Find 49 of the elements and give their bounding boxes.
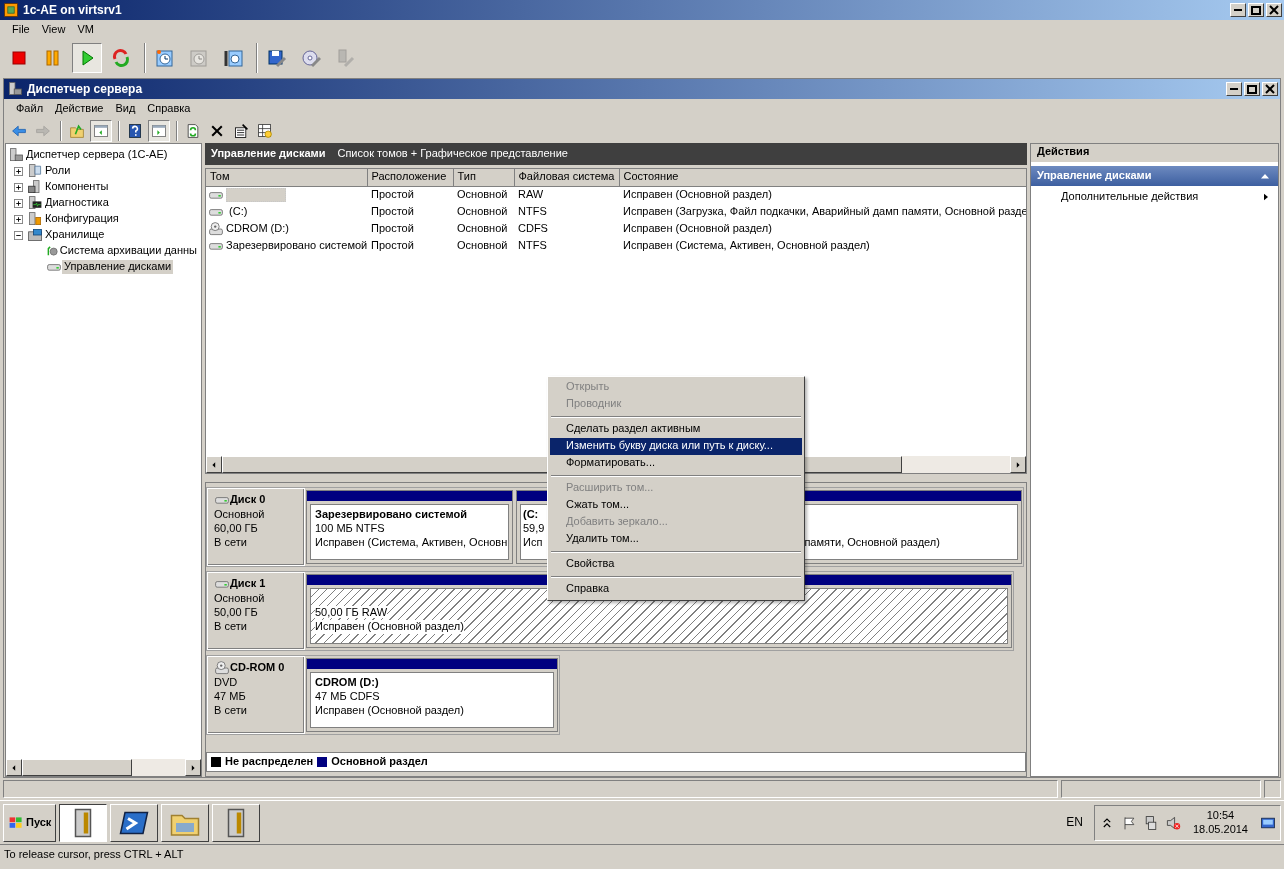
table-cell: NTFS [518, 238, 547, 251]
action-label: Дополнительные действия [1061, 190, 1199, 204]
actions-title: Действия [1031, 144, 1278, 162]
disk-name: Диск 0 [230, 493, 266, 507]
partition-status: Исп [523, 535, 543, 550]
disk-info: 47 МБ [214, 689, 247, 704]
window-title: 1c-AE on virtsrv1 [23, 2, 123, 18]
table-cell: Исправен (Основной раздел) [623, 221, 772, 234]
disk-info: Основной [214, 508, 266, 522]
disk-info: Основной [214, 592, 266, 606]
partition-status: Исправен (Основной раздел) [315, 703, 464, 718]
window-title: Диспетчер сервера [27, 81, 144, 97]
section-title: Управление дисками [1037, 169, 1152, 183]
table-cell: Исправен (Система, Активен, Основной раздел) [623, 238, 870, 251]
disk-info: В сети [214, 703, 248, 718]
table-cell: Основной [457, 221, 508, 234]
disk-info: DVD [214, 676, 239, 690]
disk-name: Диск 1 [230, 577, 266, 591]
disk-info: 60,00 ГБ [214, 521, 259, 536]
table-cell: Простой [371, 204, 414, 217]
partition-size: 100 МБ NTFS [315, 521, 385, 534]
disk-info: В сети [214, 619, 248, 634]
status-text: To release cursor, press CTRL + ALT [0, 844, 1284, 864]
partition-name: Зарезервировано системой [315, 508, 467, 520]
partition-size: 59,9 [523, 521, 545, 534]
table-cell: RAW [518, 187, 544, 200]
disk-info: 50,00 ГБ [214, 605, 259, 620]
panel-subtitle: Список томов + Графическое представление [337, 147, 568, 161]
disk-info: В сети [214, 535, 248, 550]
table-cell: Простой [371, 187, 414, 200]
table-cell: Простой [371, 238, 414, 251]
partition-status: памяти, Основной раздел) [804, 535, 940, 550]
legend-label: Основной раздел [331, 755, 428, 769]
legend-label: Не распределен [225, 755, 314, 769]
partition-status: Исправен (Система, Активен, Основн [315, 535, 508, 550]
partition-status: Исправен (Основной раздел) [315, 619, 464, 634]
partition-size: 47 МБ CDFS [315, 689, 380, 702]
table-cell: NTFS [518, 204, 547, 217]
table-cell: Исправен (Основной раздел) [623, 187, 772, 200]
partition-size: 50,00 ГБ RAW [315, 606, 388, 618]
partition-name: CDROM (D:) [315, 676, 379, 688]
partition-name: (C: [523, 508, 539, 520]
table-cell: Простой [371, 221, 414, 234]
table-cell: CDFS [518, 221, 548, 234]
table-cell: Основной [457, 204, 508, 217]
table-cell: Основной [457, 187, 508, 200]
disk-name: CD-ROM 0 [230, 661, 285, 675]
panel-title: Управление дисками [211, 147, 326, 161]
table-cell: Основной [457, 238, 508, 251]
